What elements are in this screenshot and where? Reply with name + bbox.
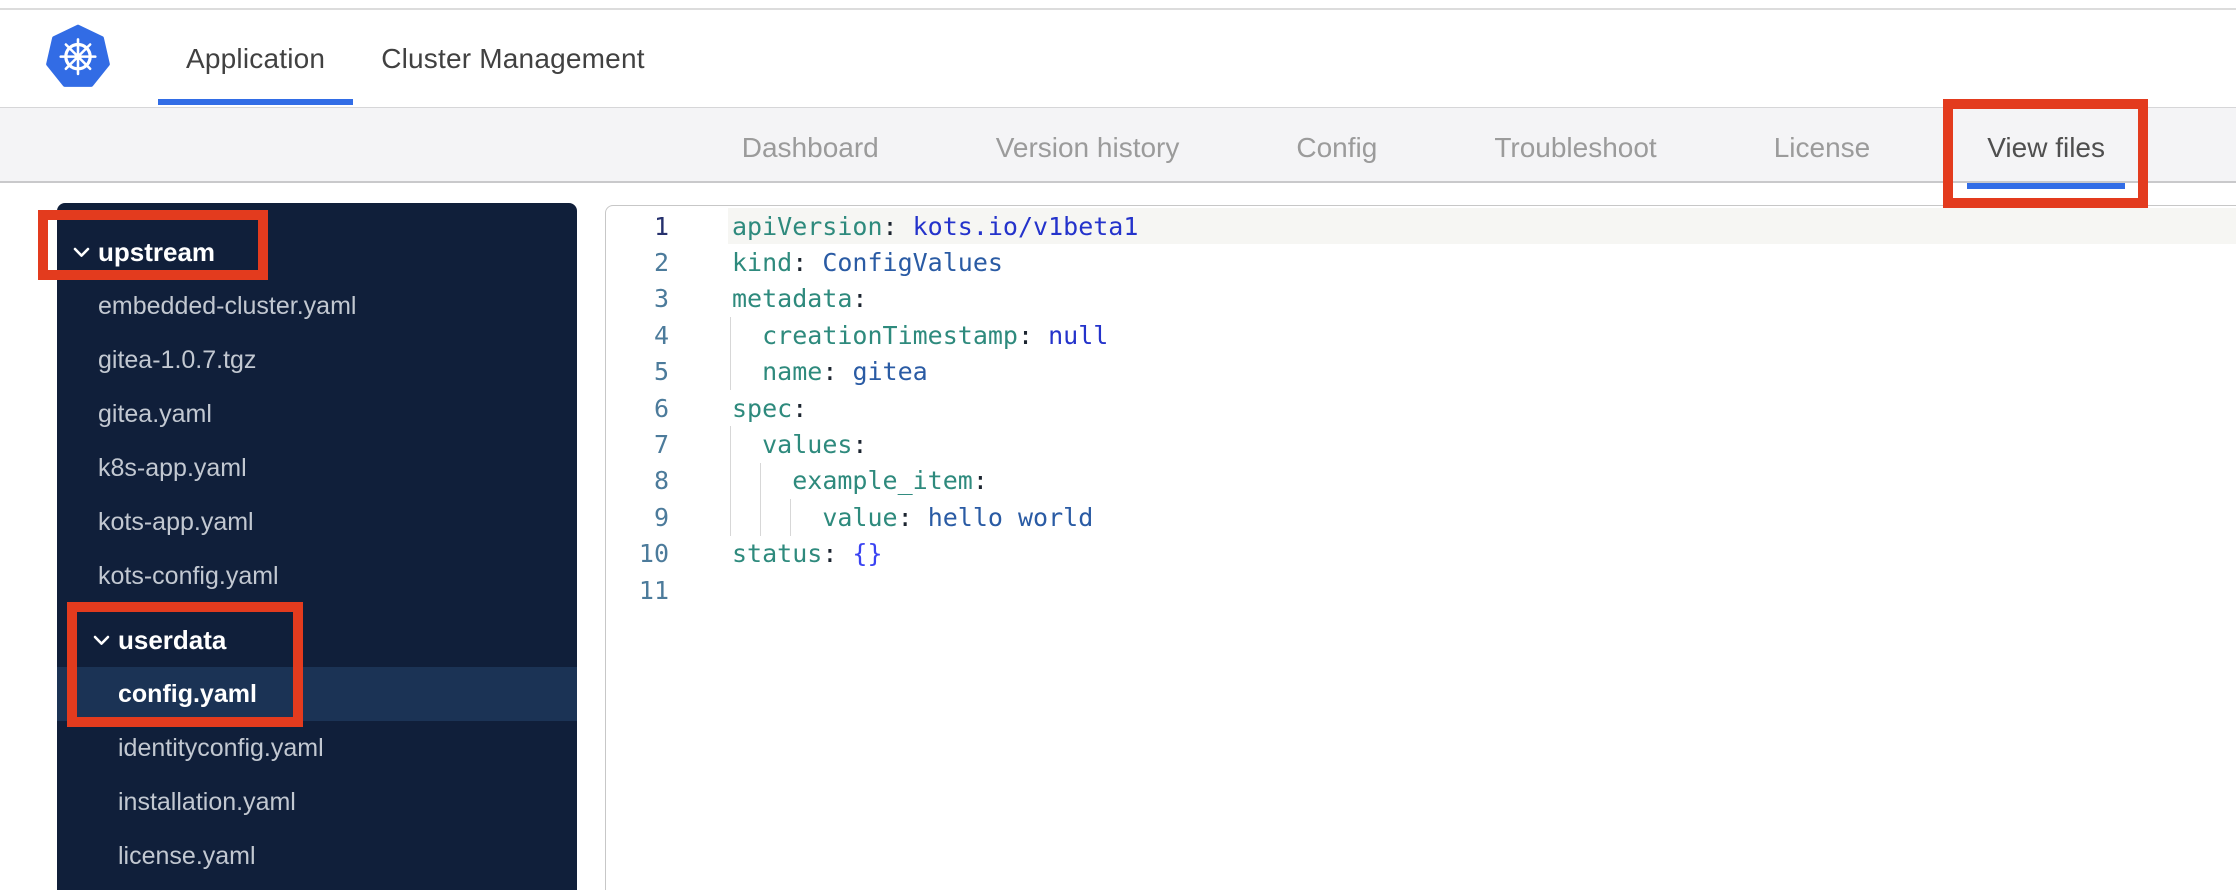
file-label: embedded-cluster.yaml — [98, 291, 357, 320]
code-line-10: 10 status: {} — [606, 536, 2236, 572]
active-tab-underline — [158, 99, 354, 105]
indent-guide — [730, 499, 731, 536]
tree-file-identityconfig-yaml[interactable]: identityconfig.yaml — [57, 721, 577, 775]
line-number: 7 — [653, 430, 669, 460]
line-number: 2 — [653, 248, 669, 278]
kots-admin-console: Application Cluster Management Dashboard V… — [0, 0, 2236, 890]
app-header: Application Cluster Management — [0, 10, 2236, 107]
line-number: 4 — [653, 320, 669, 350]
file-label: gitea-1.0.7.tgz — [98, 345, 257, 374]
line-number: 9 — [653, 502, 669, 532]
tree-file-kots-app-yaml[interactable]: kots-app.yaml — [57, 495, 577, 549]
line-number: 6 — [653, 393, 669, 423]
file-label: gitea.yaml — [98, 399, 212, 428]
chevron-down-icon — [93, 634, 110, 647]
top-tabs: Application Cluster Management — [158, 10, 673, 107]
code-line-content: values: — [762, 430, 868, 460]
indent-guide — [730, 317, 731, 354]
top-tab-cluster-management[interactable]: Cluster Management — [353, 10, 673, 107]
code-line-6: 6 spec: — [606, 390, 2236, 426]
tree-file-license-yaml[interactable]: license.yaml — [57, 829, 577, 883]
line-number: 3 — [653, 284, 669, 314]
code-line-content: creationTimestamp: null — [762, 320, 1109, 350]
code-line-4: 4 creationTimestamp: null — [606, 317, 2236, 354]
code-editor[interactable]: 1 apiVersion: kots.io/v1beta1 2 kind: Confi… — [605, 205, 2236, 890]
tree-file-k8s-app-yaml[interactable]: k8s-app.yaml — [57, 441, 577, 495]
tree-file-gitea-1-0-7-tgz[interactable]: gitea-1.0.7.tgz — [57, 333, 577, 387]
top-tab-label: Cluster Management — [381, 42, 645, 74]
subnav-item-version-history[interactable]: Version history — [996, 114, 1180, 181]
code-line-content: spec: — [732, 393, 808, 423]
folder-label: upstream — [98, 236, 216, 267]
code-line-3: 3 metadata: — [606, 281, 2236, 317]
tree-file-gitea-yaml[interactable]: gitea.yaml — [57, 387, 577, 441]
subnav-item-view-files[interactable]: View files — [1967, 114, 2125, 189]
subnav-item-label: Dashboard — [741, 131, 879, 163]
file-label: identityconfig.yaml — [118, 733, 324, 762]
tree-folder-userdata[interactable]: userdata — [57, 613, 577, 667]
folder-label: userdata — [118, 624, 227, 655]
code-line-content: kind: ConfigValues — [732, 248, 1003, 278]
code-line-content: apiVersion: kots.io/v1beta1 — [732, 211, 1139, 241]
tree-folder-upstream[interactable]: upstream — [57, 225, 577, 279]
active-subnav-underline — [1967, 183, 2125, 189]
file-tree-sidebar: upstream embedded-cluster.yaml gitea-1.0.7… — [57, 203, 577, 890]
indent-guide — [730, 462, 731, 500]
subnav-item-label: License — [1773, 131, 1871, 163]
file-label: k8s-app.yaml — [98, 453, 247, 482]
code-line-2: 2 kind: ConfigValues — [606, 244, 2236, 280]
line-number: 11 — [638, 575, 669, 605]
app-subnav: Dashboard Version history Config Troublesho… — [0, 107, 2236, 189]
code-line-content: status: {} — [732, 539, 883, 569]
tree-file-embedded-cluster-yaml[interactable]: embedded-cluster.yaml — [57, 279, 577, 333]
subnav-item-label: Config — [1296, 131, 1378, 163]
subnav-item-label: View files — [1987, 131, 2105, 163]
chevron-down-icon — [73, 246, 90, 259]
subnav-item-config[interactable]: Config — [1296, 114, 1377, 181]
code-line-7: 7 values: — [606, 426, 2236, 463]
file-label: license.yaml — [118, 841, 256, 870]
top-tab-application[interactable]: Application — [158, 10, 354, 107]
line-number: 1 — [653, 211, 669, 241]
file-label: kots-app.yaml — [98, 507, 254, 536]
line-number: 10 — [638, 539, 669, 569]
line-number: 8 — [653, 466, 669, 496]
file-label: installation.yaml — [118, 787, 296, 816]
code-line-1: 1 apiVersion: kots.io/v1beta1 — [606, 208, 2236, 245]
code-line-8: 8 example_item: — [606, 462, 2236, 500]
code-line-content: name: gitea — [762, 357, 928, 387]
code-line-content: value: hello world — [822, 502, 1094, 532]
subnav-item-license[interactable]: License — [1774, 114, 1871, 181]
code-line-content: metadata: — [732, 284, 868, 314]
subnav-item-dashboard[interactable]: Dashboard — [742, 114, 879, 181]
code-line-5: 5 name: gitea — [606, 353, 2236, 390]
code-line-content: example_item: — [792, 466, 988, 496]
tree-file-config-yaml[interactable]: config.yaml — [57, 667, 577, 721]
indent-guide — [730, 353, 731, 390]
file-label: config.yaml — [118, 679, 257, 708]
subnav-item-label: Version history — [995, 131, 1180, 163]
indent-guide — [730, 426, 731, 463]
code-line-11: 11 — [606, 572, 2236, 608]
file-label: kots-config.yaml — [98, 561, 279, 590]
kubernetes-logo-icon — [46, 24, 110, 88]
subnav-item-troubleshoot[interactable]: Troubleshoot — [1494, 114, 1656, 181]
code-line-9: 9 value: hello world — [606, 499, 2236, 536]
subnav-item-label: Troubleshoot — [1494, 131, 1657, 163]
line-number: 5 — [653, 357, 669, 387]
tree-file-kots-config-yaml[interactable]: kots-config.yaml — [57, 549, 577, 603]
top-tab-label: Application — [186, 42, 326, 74]
tree-file-installation-yaml[interactable]: installation.yaml — [57, 775, 577, 829]
